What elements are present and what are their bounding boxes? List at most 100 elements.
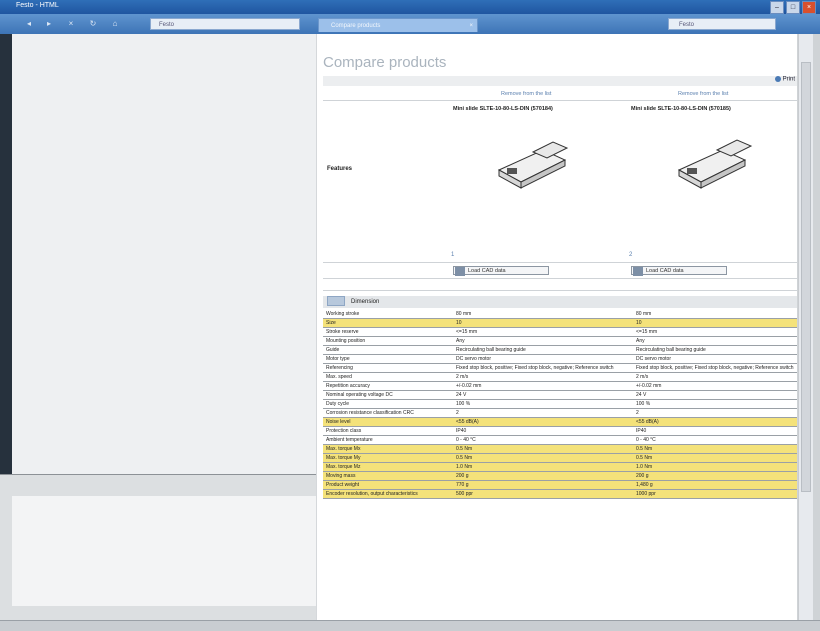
spec-value: 0.5 Nm [453,453,633,463]
product-mark-2: 2 [629,252,633,258]
spec-value: 2 m/s [453,372,633,382]
spec-label: Referencing [323,363,453,373]
print-link[interactable]: Print [774,76,795,83]
window-controls: – □ × [770,1,816,14]
spec-row: Max. torque Mz 1.0 Nm 1.0 Nm [323,462,797,472]
spec-label: Motor type [323,354,453,364]
home-icon[interactable]: ⌂ [110,19,120,29]
status-bar [0,620,820,631]
print-icon [774,76,781,82]
spec-value: 0.5 Nm [633,453,797,463]
spec-label: Ambient temperature [323,435,453,445]
spec-value: DC servo motor [453,354,633,364]
print-bar: Print [323,76,797,86]
spec-label: Max. torque Mz [323,462,453,472]
spec-row: Ambient temperature 0 - 40 °C 0 - 40 °C [323,435,797,445]
product-header: Mini slide SLTE-10-80-LS-DIN (570184) Mi… [323,102,797,263]
forward-icon[interactable]: ▸ [44,19,54,29]
spec-value: <=15 mm [453,327,633,337]
tab-close-icon[interactable]: × [469,19,473,33]
cad-button-1[interactable]: Load CAD data [453,266,549,276]
vertical-scrollbar[interactable] [798,34,813,620]
spec-label: Stroke reserve [323,327,453,337]
spec-value: +/-0.02 mm [633,381,797,391]
spec-row: Working stroke 80 mm 80 mm [323,310,797,319]
maximize-icon[interactable]: □ [786,1,800,14]
spec-value: 1.0 Nm [633,462,797,472]
spec-value: 10 [633,318,797,328]
spec-value: 200 g [633,471,797,481]
cad-button-2[interactable]: Load CAD data [631,266,727,276]
product-name-1: Mini slide SLTE-10-80-LS-DIN (570184) [453,106,553,112]
spec-label: Moving mass [323,471,453,481]
remove-link-1[interactable]: Remove from the list [501,91,551,97]
spec-label: Encoder resolution, output characteristi… [323,489,453,499]
spec-label: Mounting position [323,336,453,346]
spec-label: Repetition accuracy [323,381,453,391]
spec-value: 500 ppr [453,489,633,499]
page-content: Compare products Print Remove from the l… [316,34,797,620]
spec-value: +/-0.02 mm [453,381,633,391]
window-titlebar: Festo - HTML – □ × [0,0,820,14]
spec-value: 1.0 Nm [453,462,633,472]
product-image-1 [497,141,569,189]
remove-links-row: Remove from the list Remove from the lis… [323,90,797,101]
spec-table: Working stroke 80 mm 80 mm Size 10 10 Stroke r… [323,310,797,499]
spec-value: Recirculating ball bearing guide [633,345,797,355]
spec-value: DC servo motor [633,354,797,364]
spec-value: 0.5 Nm [453,444,633,454]
features-label: Features [327,166,353,172]
spec-value: 2 m/s [633,372,797,382]
tab-compare[interactable]: Compare products × [318,18,478,32]
spec-label: Protection class [323,426,453,436]
spec-value: IP40 [633,426,797,436]
remove-link-2[interactable]: Remove from the list [678,91,728,97]
window-shadow [0,34,12,474]
stop-icon[interactable]: × [66,19,76,29]
browser-toolbar: ◂ ▸ × ↻ ⌂ Festo Compare products × Festo [0,14,820,34]
spec-row: Motor type DC servo motor DC servo motor [323,354,797,364]
spec-value: 0 - 40 °C [453,435,633,445]
spec-value: 80 mm [633,310,797,319]
refresh-icon[interactable]: ↻ [88,19,98,29]
spec-label: Size [323,318,453,328]
spec-row: Moving mass 200 g 200 g [323,471,797,481]
print-label: Print [782,76,795,83]
search-input[interactable]: Festo [668,18,776,30]
scrollbar-thumb[interactable] [801,62,811,492]
spec-value: 200 g [453,471,633,481]
address-bar[interactable]: Festo [150,18,300,30]
spec-value: 0.5 Nm [633,444,797,454]
spec-value: 80 mm [453,310,633,319]
window-title: Festo - HTML [16,2,59,9]
spec-value: Fixed stop block, positive; Fixed stop b… [633,363,797,373]
background-canvas [12,496,316,606]
spec-row: Size 10 10 [323,318,797,328]
product-mark-1: 1 [451,252,455,258]
spec-value: <55 dB(A) [633,417,797,427]
spec-value: 24 V [633,390,797,400]
spec-label: Nominal operating voltage DC [323,390,453,400]
spec-value: 100 % [633,399,797,409]
spec-label: Product weight [323,480,453,490]
spec-label: Guide [323,345,453,355]
spec-value: 2 [453,408,633,418]
spec-row: Repetition accuracy +/-0.02 mm +/-0.02 mm [323,381,797,391]
minimize-icon[interactable]: – [770,1,784,14]
spec-value: 1000 ppr [633,489,797,499]
spec-row: Max. speed 2 m/s 2 m/s [323,372,797,382]
spec-label: Working stroke [323,310,453,319]
section-dimension[interactable]: Dimension [323,296,797,308]
collapse-icon[interactable] [327,296,345,307]
close-icon[interactable]: × [802,1,816,14]
spec-row: Max. torque Mx 0.5 Nm 0.5 Nm [323,444,797,454]
spec-label: Max. torque My [323,453,453,463]
spec-row: Noise level <55 dB(A) <55 dB(A) [323,417,797,427]
spec-row: Mounting position Any Any [323,336,797,346]
cad-button-label: Load CAD data [468,268,506,274]
back-icon[interactable]: ◂ [24,19,34,29]
product-name-2: Mini slide SLTE-10-80-LS-DIN (570185) [631,106,731,112]
spec-value: Recirculating ball bearing guide [453,345,633,355]
background-window [0,34,316,474]
cad-icon [633,267,643,276]
